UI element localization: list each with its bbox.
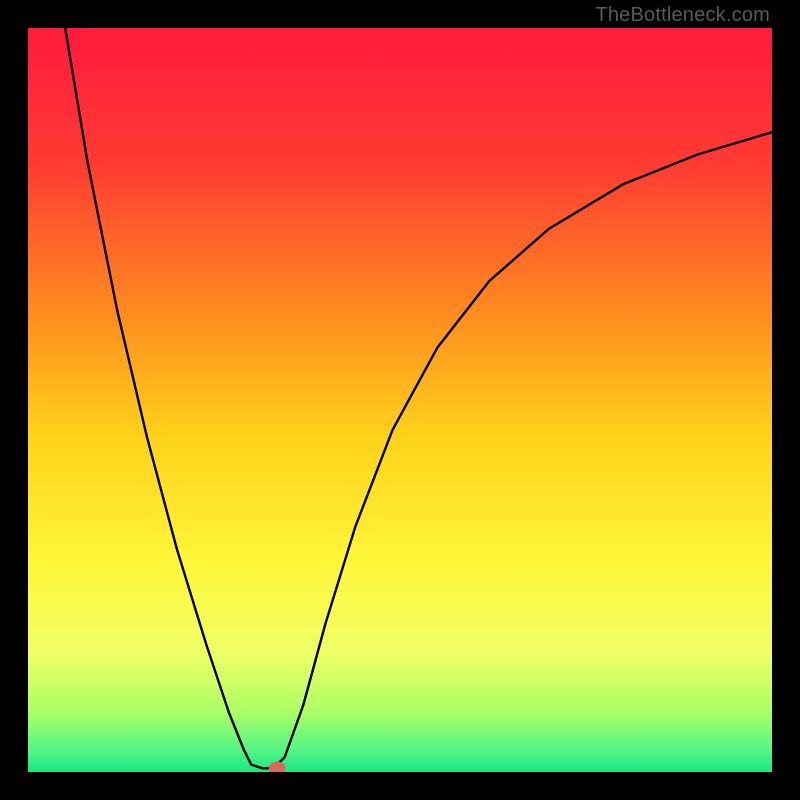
chart-frame <box>28 28 772 772</box>
bottleneck-chart <box>28 28 772 772</box>
watermark-text: TheBottleneck.com <box>595 4 770 27</box>
chart-background <box>28 28 772 772</box>
